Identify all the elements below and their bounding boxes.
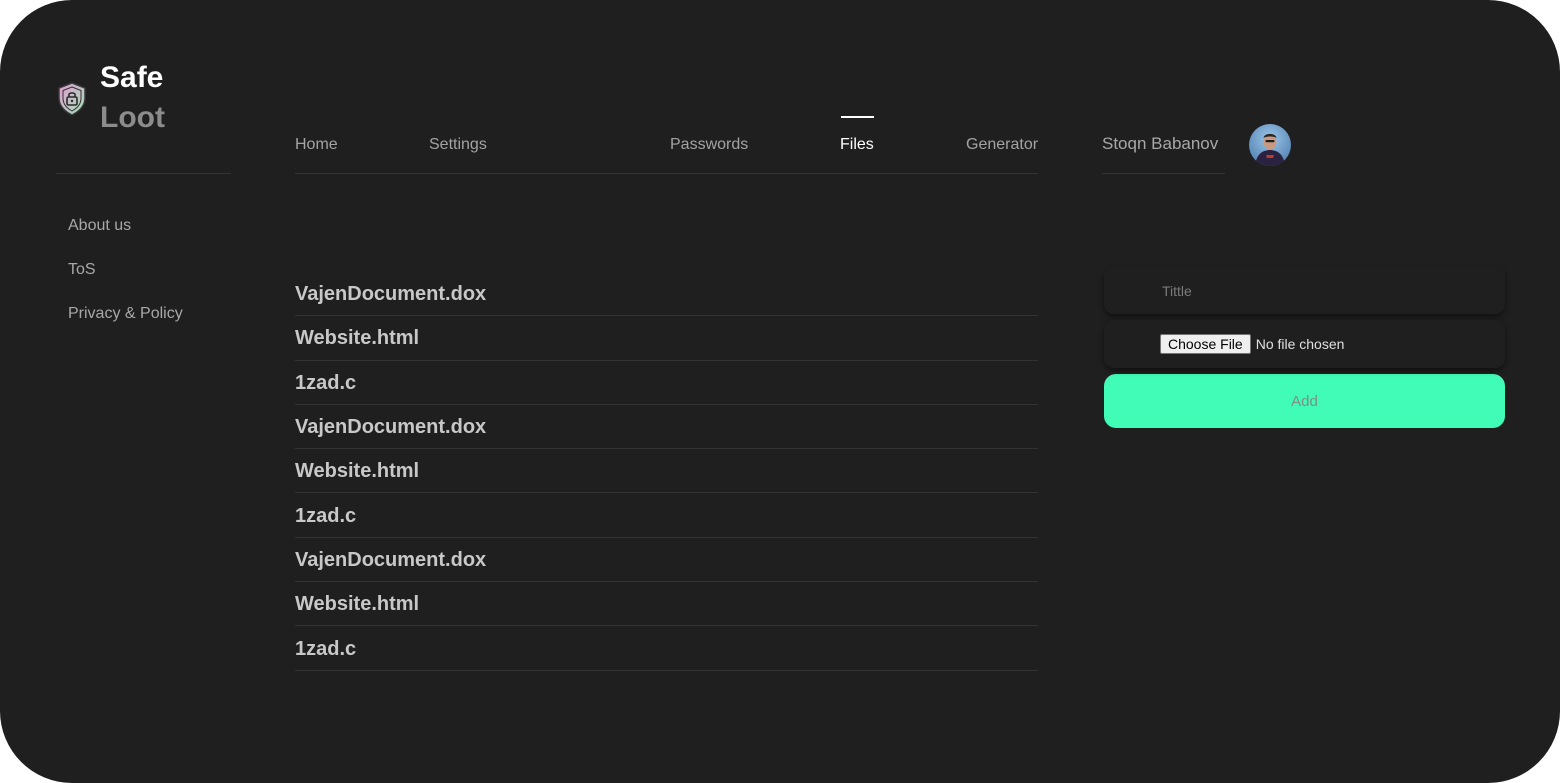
title-input[interactable] (1160, 266, 1494, 316)
sidebar-links: About us ToS Privacy & Policy (68, 216, 183, 348)
file-name: VajenDocument.dox (295, 548, 487, 571)
sidebar-link-privacy-policy[interactable]: Privacy & Policy (68, 304, 183, 348)
file-row[interactable]: VajenDocument.dox (295, 538, 1038, 583)
sidebar-link-tos[interactable]: ToS (68, 260, 183, 304)
nav-divider (295, 173, 1038, 174)
file-name: 1zad.c (295, 637, 357, 660)
user-divider (1102, 173, 1225, 174)
user-avatar[interactable] (1249, 124, 1291, 166)
file-field: Choose File No file chosen (1104, 320, 1505, 368)
file-row[interactable]: VajenDocument.dox (295, 405, 1038, 450)
file-row[interactable]: 1zad.c (295, 626, 1038, 671)
nav-settings[interactable]: Settings (429, 136, 487, 154)
file-name: VajenDocument.dox (295, 416, 487, 439)
file-name: Website.html (295, 593, 420, 616)
nav-home[interactable]: Home (295, 136, 338, 154)
nav-passwords[interactable]: Passwords (670, 136, 748, 154)
file-name: VajenDocument.dox (295, 283, 487, 306)
sidebar-divider (56, 173, 231, 174)
add-button[interactable]: Add (1104, 374, 1505, 428)
file-row[interactable]: Website.html (295, 582, 1038, 627)
sidebar-link-about-us[interactable]: About us (68, 216, 183, 260)
user-name[interactable]: Stoqn Babanov (1102, 134, 1218, 154)
nav-files[interactable]: Files (840, 136, 874, 154)
file-name: Website.html (295, 327, 420, 350)
file-row[interactable]: Website.html (295, 316, 1038, 361)
brand-name-line2: Loot (100, 101, 165, 134)
file-name: 1zad.c (295, 504, 357, 527)
file-row[interactable]: 1zad.c (295, 493, 1038, 538)
choose-file-button[interactable]: Choose File (1160, 334, 1251, 354)
brand-name-line1: Safe (100, 61, 164, 94)
file-status-text: No file chosen (1255, 336, 1345, 352)
file-row[interactable]: Website.html (295, 449, 1038, 494)
title-field (1104, 266, 1505, 316)
shield-lock-icon (56, 81, 88, 117)
file-name: Website.html (295, 460, 420, 483)
file-name: 1zad.c (295, 371, 357, 394)
nav-generator[interactable]: Generator (966, 136, 1038, 154)
file-row[interactable]: VajenDocument.dox (295, 272, 1038, 317)
brand-logo[interactable]: Safe Loot (56, 58, 165, 138)
upload-form: Choose File No file chosen Add (1104, 266, 1505, 428)
file-list: VajenDocument.dox Website.html 1zad.c Va… (295, 272, 1038, 671)
nav-active-indicator (841, 116, 874, 118)
app-window: Safe Loot About us ToS Privacy & Policy … (0, 0, 1560, 783)
file-row[interactable]: 1zad.c (295, 361, 1038, 405)
